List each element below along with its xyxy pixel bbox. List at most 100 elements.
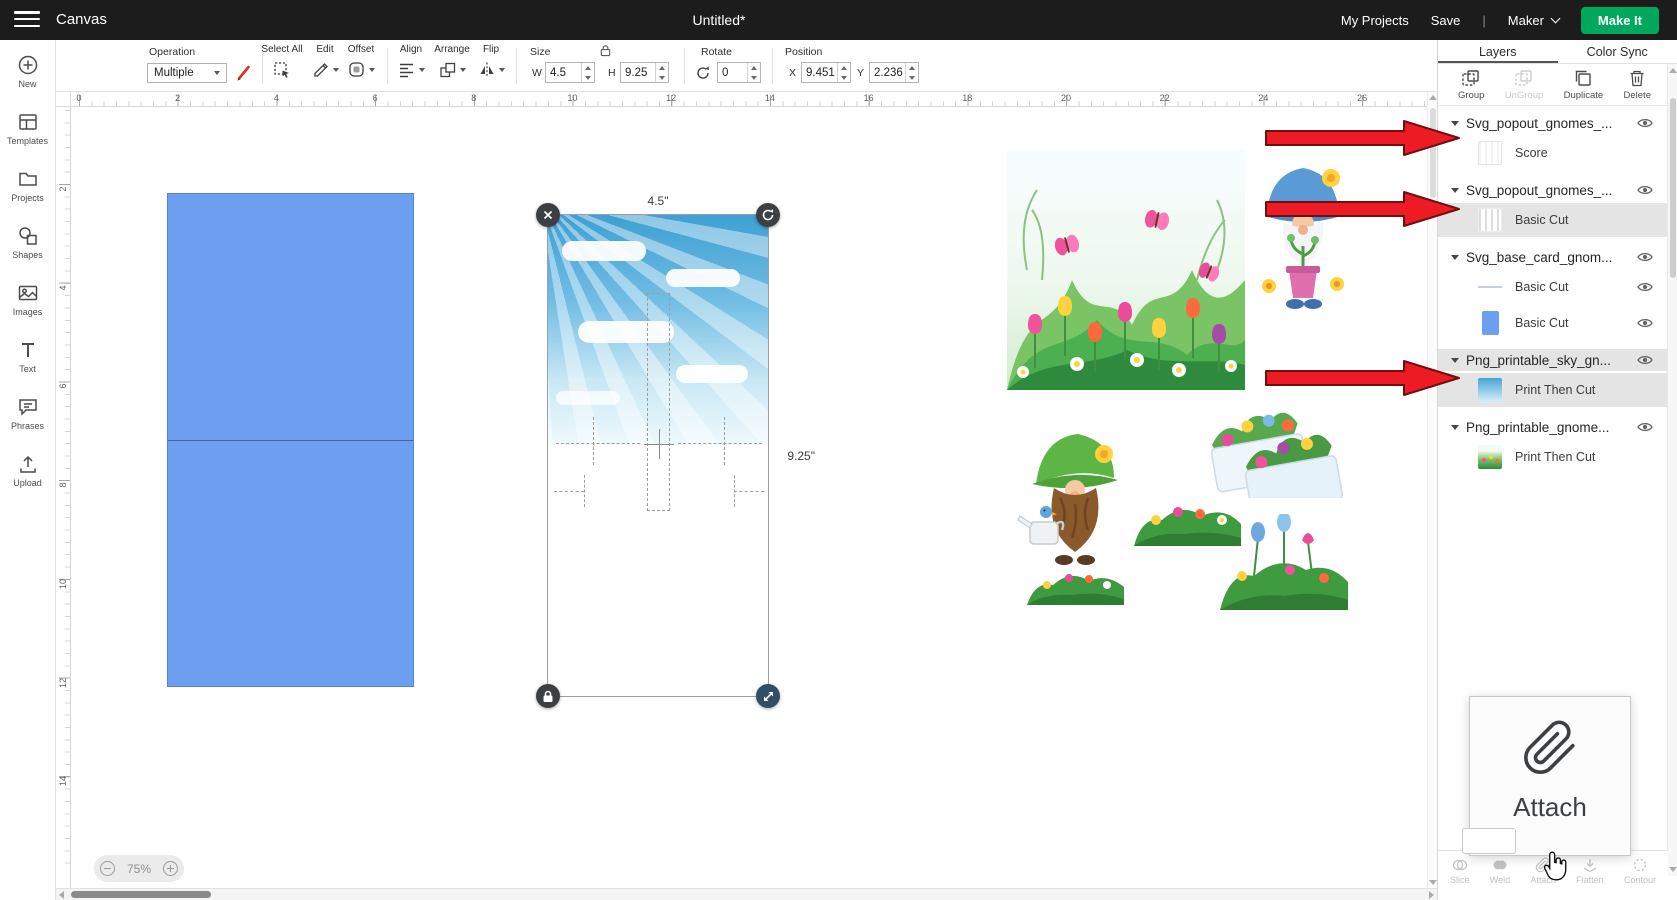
rotate-handle[interactable] <box>756 203 780 227</box>
scroll-up-icon[interactable] <box>1429 95 1437 100</box>
sidebar-item-templates[interactable]: Templates <box>1 105 55 151</box>
collapse-arrow-icon[interactable] <box>1451 255 1459 260</box>
layer-row-selected[interactable]: Print Then Cut <box>1438 373 1667 407</box>
collapse-arrow-icon[interactable] <box>1451 425 1459 430</box>
artwork-grass-mound-small-image[interactable] <box>1027 567 1124 605</box>
visibility-eye-icon[interactable] <box>1637 421 1653 433</box>
scroll-thumb[interactable] <box>71 891 211 898</box>
layer-group-header[interactable]: Png_printable_gnome... <box>1438 416 1667 438</box>
machine-selector[interactable]: Maker <box>1508 13 1559 28</box>
artwork-flower-cluster-image[interactable] <box>1220 514 1348 610</box>
layer-group-header[interactable]: Svg_popout_gnomes_... <box>1438 112 1667 134</box>
sidebar-item-text[interactable]: Text <box>1 333 55 379</box>
height-input[interactable] <box>621 63 655 82</box>
layer-group-header[interactable]: Svg_base_card_gnom... <box>1438 246 1667 268</box>
sidebar-item-projects[interactable]: Projects <box>1 162 55 208</box>
scroll-right-icon[interactable] <box>1429 891 1434 899</box>
resize-handle[interactable] <box>756 684 780 708</box>
flatten-button[interactable]: Flatten <box>1576 857 1604 885</box>
canvas-work-area[interactable]: 4.5" 9.25" <box>71 107 1427 888</box>
visibility-eye-icon[interactable] <box>1637 184 1653 196</box>
width-field[interactable] <box>545 62 595 83</box>
weld-button[interactable]: Weld <box>1490 857 1510 885</box>
sidebar-item-upload[interactable]: Upload <box>1 447 55 493</box>
save-link[interactable]: Save <box>1431 13 1461 28</box>
sidebar-item-images[interactable]: Images <box>1 276 55 322</box>
menu-icon[interactable] <box>14 11 40 29</box>
canvas-horizontal-scrollbar[interactable] <box>56 888 1437 900</box>
position-y-stepper[interactable] <box>905 63 918 82</box>
duplicate-button[interactable]: Duplicate <box>1564 68 1604 101</box>
ruler-number: 10 <box>58 577 68 591</box>
scroll-down-icon[interactable] <box>1429 880 1437 885</box>
width-stepper[interactable] <box>581 63 594 82</box>
scroll-down-icon[interactable] <box>1669 867 1677 872</box>
visibility-eye-icon[interactable] <box>1637 354 1653 366</box>
position-x-stepper[interactable] <box>837 63 850 82</box>
rotate-icon[interactable] <box>695 65 711 86</box>
select-all-button[interactable]: Select All <box>254 44 310 79</box>
slice-button[interactable]: Slice <box>1450 857 1470 885</box>
group-button[interactable]: Group <box>1458 68 1484 101</box>
zoom-in-button[interactable] <box>163 861 178 876</box>
position-x-input[interactable] <box>802 63 837 82</box>
layer-row[interactable]: Basic Cut <box>1438 306 1667 340</box>
artwork-base-card-rectangle[interactable] <box>167 193 414 687</box>
layer-group-header-selected[interactable]: Png_printable_sky_gn... <box>1438 349 1667 371</box>
delete-handle[interactable] <box>536 203 560 227</box>
offset-icon <box>348 61 366 79</box>
sidebar-item-new[interactable]: New <box>1 48 55 94</box>
size-label: Size <box>530 46 550 58</box>
lock-icon[interactable] <box>599 44 612 62</box>
scroll-thumb[interactable] <box>1670 98 1676 278</box>
visibility-eye-icon[interactable] <box>1637 317 1653 329</box>
sidebar-item-shapes[interactable]: Shapes <box>1 219 55 265</box>
artwork-flower-meadow-image[interactable] <box>1007 150 1245 390</box>
tab-layers[interactable]: Layers <box>1438 40 1558 63</box>
paperclip-icon <box>1521 719 1579 782</box>
position-y-field[interactable] <box>869 62 919 83</box>
height-stepper[interactable] <box>655 63 668 82</box>
rotate-field[interactable] <box>717 62 761 83</box>
operation-dropdown[interactable]: Multiple <box>147 63 227 83</box>
panel-scrollbar[interactable] <box>1667 64 1677 876</box>
layer-row[interactable]: Score <box>1438 136 1667 170</box>
width-input[interactable] <box>546 63 581 82</box>
sidebar-item-phrases[interactable]: Phrases <box>1 390 55 436</box>
artwork-gnome-blue-image[interactable] <box>1255 158 1350 310</box>
artwork-flower-cards-image[interactable] <box>1193 396 1348 498</box>
pen-icon[interactable] <box>233 63 253 88</box>
layer-row[interactable]: Print Then Cut <box>1438 440 1667 474</box>
arrange-button[interactable]: Arrange <box>432 44 472 79</box>
position-y-input[interactable] <box>870 63 905 82</box>
lock-handle[interactable] <box>536 684 560 708</box>
rotate-stepper[interactable] <box>747 63 760 82</box>
visibility-eye-icon[interactable] <box>1637 281 1653 293</box>
contour-button[interactable]: Contour <box>1624 857 1656 885</box>
layer-row-selected[interactable]: Basic Cut <box>1438 203 1667 237</box>
my-projects-link[interactable]: My Projects <box>1341 13 1409 28</box>
scroll-up-icon[interactable] <box>1669 68 1677 73</box>
delete-button[interactable]: Delete <box>1624 68 1651 101</box>
height-field[interactable] <box>620 62 669 83</box>
position-x-field[interactable] <box>801 62 851 83</box>
document-title[interactable]: Untitled* <box>693 12 746 28</box>
visibility-eye-icon[interactable] <box>1637 251 1653 263</box>
tab-color-sync[interactable]: Color Sync <box>1558 40 1677 63</box>
artwork-gnome-green-image[interactable] <box>1016 426 1134 567</box>
layer-row[interactable]: Basic Cut <box>1438 270 1667 304</box>
layer-group-header[interactable]: Svg_popout_gnomes_... <box>1438 179 1667 201</box>
offset-button[interactable]: Offset <box>337 44 385 79</box>
make-it-button[interactable]: Make It <box>1581 7 1659 34</box>
visibility-eye-icon[interactable] <box>1637 117 1653 129</box>
flip-button[interactable]: Flip <box>471 44 511 79</box>
scroll-left-icon[interactable] <box>59 891 64 899</box>
cut-dash <box>724 417 725 465</box>
ungroup-button[interactable]: UnGroup <box>1505 68 1544 101</box>
zoom-out-button[interactable] <box>100 861 115 876</box>
selection-bounding-box[interactable]: 4.5" 9.25" <box>547 214 769 697</box>
layer-group: Png_printable_sky_gn... Print Then Cut <box>1438 349 1667 407</box>
weld-icon <box>1492 857 1508 873</box>
rotate-input[interactable] <box>718 63 747 82</box>
align-button[interactable]: Align <box>391 44 431 79</box>
